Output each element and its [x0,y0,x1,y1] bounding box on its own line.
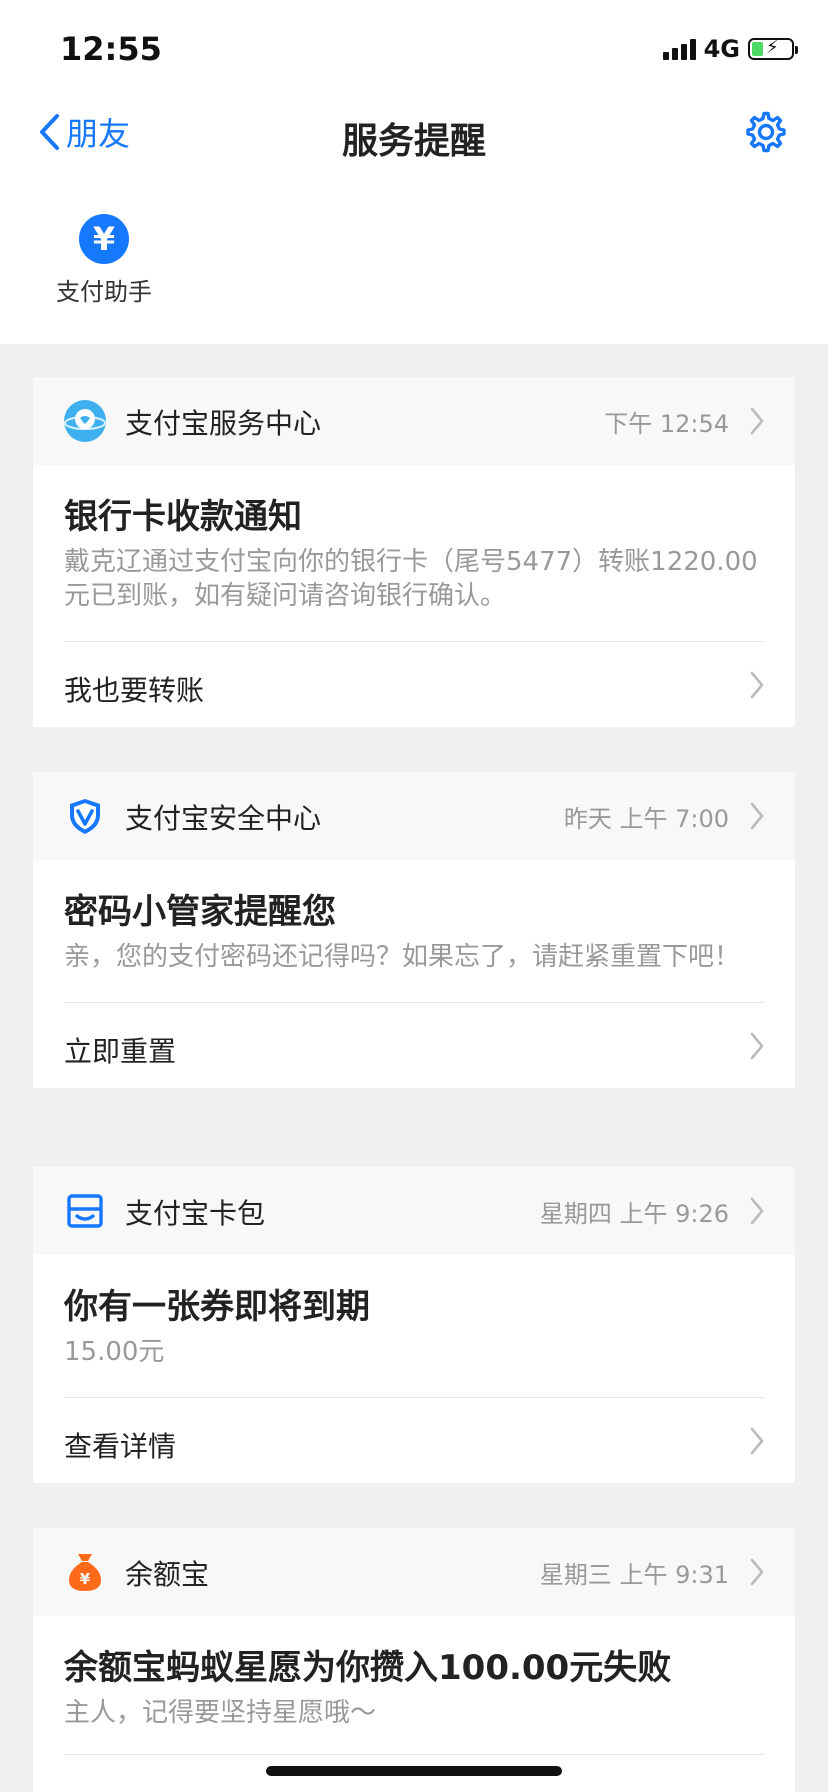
gear-icon[interactable] [744,110,788,154]
card-divider [64,1754,764,1755]
card-action[interactable]: 立即重置 [64,1002,764,1088]
status-indicators: 4G ⚡ [662,34,798,64]
chevron-right-icon [750,407,764,435]
wallet-icon [67,1194,103,1228]
pay-assistant-shortcut[interactable]: ¥ 支付助手 [46,214,162,307]
chevron-right-icon [750,671,764,699]
notification-card: 支付宝服务中心 下午 12:54 银行卡收款通知 戴克辽通过支付宝向你的银行卡（… [33,377,795,727]
notification-card: ¥ 余额宝 星期三 上午 9:31 余额宝蚂蚁星愿为你攒入100.00元失败 主… [33,1528,795,1792]
nav-bar: 朋友 服务提醒 [0,92,828,174]
card-header[interactable]: ¥ 余额宝 星期三 上午 9:31 [33,1528,795,1616]
card-header[interactable]: 支付宝卡包 星期四 上午 9:26 [33,1167,795,1255]
notification-card: 支付宝安全中心 昨天 上午 7:00 密码小管家提醒您 亲，您的支付密码还记得吗… [33,772,795,1088]
card-description: 15.00元 [64,1337,165,1367]
chevron-right-icon [750,1558,764,1586]
card-time: 下午 12:54 [604,410,729,438]
home-indicator [266,1766,562,1776]
notification-card: 支付宝卡包 星期四 上午 9:26 你有一张券即将到期 15.00元 查看详情 [33,1167,795,1483]
card-time: 星期四 上午 9:26 [539,1200,729,1228]
card-header[interactable]: 支付宝服务中心 下午 12:54 [33,377,795,465]
page-title: 服务提醒 [341,121,486,162]
card-body[interactable]: 你有一张券即将到期 15.00元 [33,1255,795,1369]
chevron-right-icon [750,1032,764,1060]
status-bar: 12:55 4G ⚡ [0,0,828,92]
card-action[interactable]: 查看详情 [64,1397,764,1483]
card-time: 星期三 上午 9:31 [539,1561,729,1589]
card-description: 亲，您的支付密码还记得吗？如果忘了，请赶紧重置下吧！ [64,942,741,972]
card-action-label: 查看详情 [64,1430,177,1463]
network-type: 4G [703,35,740,63]
card-body[interactable]: 密码小管家提醒您 亲，您的支付密码还记得吗？如果忘了，请赶紧重置下吧！ [33,860,795,974]
card-action-label: 立即重置 [64,1035,177,1068]
chevron-right-icon [750,1197,764,1225]
shield-icon [70,799,100,834]
card-description: 戴克辽通过支付宝向你的银行卡（尾号5477）转账1220.00元已到账，如有疑问… [64,547,758,611]
battery-icon: ⚡ [748,37,798,60]
chevron-right-icon [750,802,764,830]
card-title: 余额宝蚂蚁星愿为你攒入100.00元失败 [64,1648,672,1688]
card-body[interactable]: 银行卡收款通知 戴克辽通过支付宝向你的银行卡（尾号5477）转账1220.00元… [33,465,795,613]
card-header[interactable]: 支付宝安全中心 昨天 上午 7:00 [33,772,795,860]
money-bag-icon: ¥ [69,1554,101,1591]
card-title: 你有一张券即将到期 [64,1287,370,1327]
svg-text:¥: ¥ [80,1570,91,1588]
assistant-strip: ¥ 支付助手 [0,174,828,344]
service-robot-icon [64,400,106,442]
card-time: 昨天 上午 7:00 [563,805,729,833]
chevron-right-icon [750,1427,764,1455]
card-action[interactable]: 我也要转账 [64,641,764,727]
assistant-label: 支付助手 [56,278,152,306]
card-source: 支付宝卡包 [125,1197,266,1230]
card-source: 余额宝 [125,1558,210,1591]
status-time: 12:55 [60,30,162,68]
card-source: 支付宝安全中心 [125,802,322,835]
card-source: 支付宝服务中心 [125,407,322,440]
card-title: 银行卡收款通知 [64,497,302,537]
card-body[interactable]: 余额宝蚂蚁星愿为你攒入100.00元失败 主人，记得要坚持星愿哦～ [33,1616,795,1730]
yuan-icon: ¥ [79,214,129,264]
card-action-label: 我也要转账 [64,674,205,707]
card-description: 主人，记得要坚持星愿哦～ [64,1698,377,1728]
card-title: 密码小管家提醒您 [64,892,336,932]
signal-icon [662,38,696,60]
